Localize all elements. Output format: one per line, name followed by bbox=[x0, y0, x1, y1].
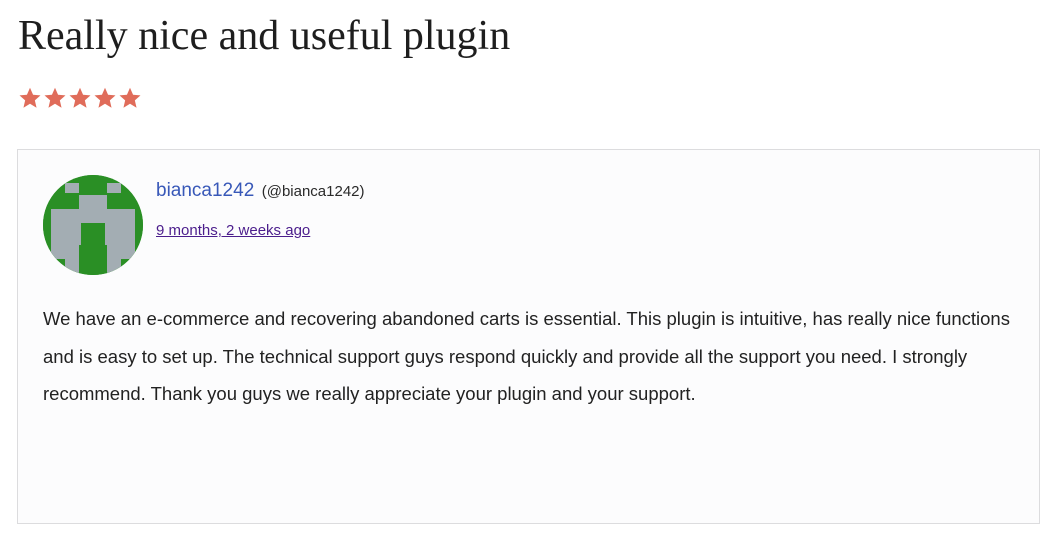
star-rating bbox=[18, 86, 142, 110]
star-icon bbox=[43, 86, 67, 110]
review-author: bianca1242 (@bianca1242) bbox=[156, 180, 365, 202]
star-icon bbox=[18, 86, 42, 110]
review-body: We have an e-commerce and recovering aba… bbox=[43, 308, 1010, 404]
identicon-avatar-icon bbox=[43, 175, 143, 275]
review-card: bianca1242 (@bianca1242) 9 months, 2 wee… bbox=[17, 149, 1040, 524]
review-title: Really nice and useful plugin bbox=[18, 13, 511, 59]
author-handle: (@bianca1242) bbox=[261, 183, 365, 200]
star-icon bbox=[68, 86, 92, 110]
star-icon bbox=[93, 86, 117, 110]
review-date-link[interactable]: 9 months, 2 weeks ago bbox=[156, 222, 310, 239]
author-avatar[interactable] bbox=[43, 175, 143, 275]
star-icon bbox=[118, 86, 142, 110]
author-name-link[interactable]: bianca1242 bbox=[156, 180, 254, 201]
